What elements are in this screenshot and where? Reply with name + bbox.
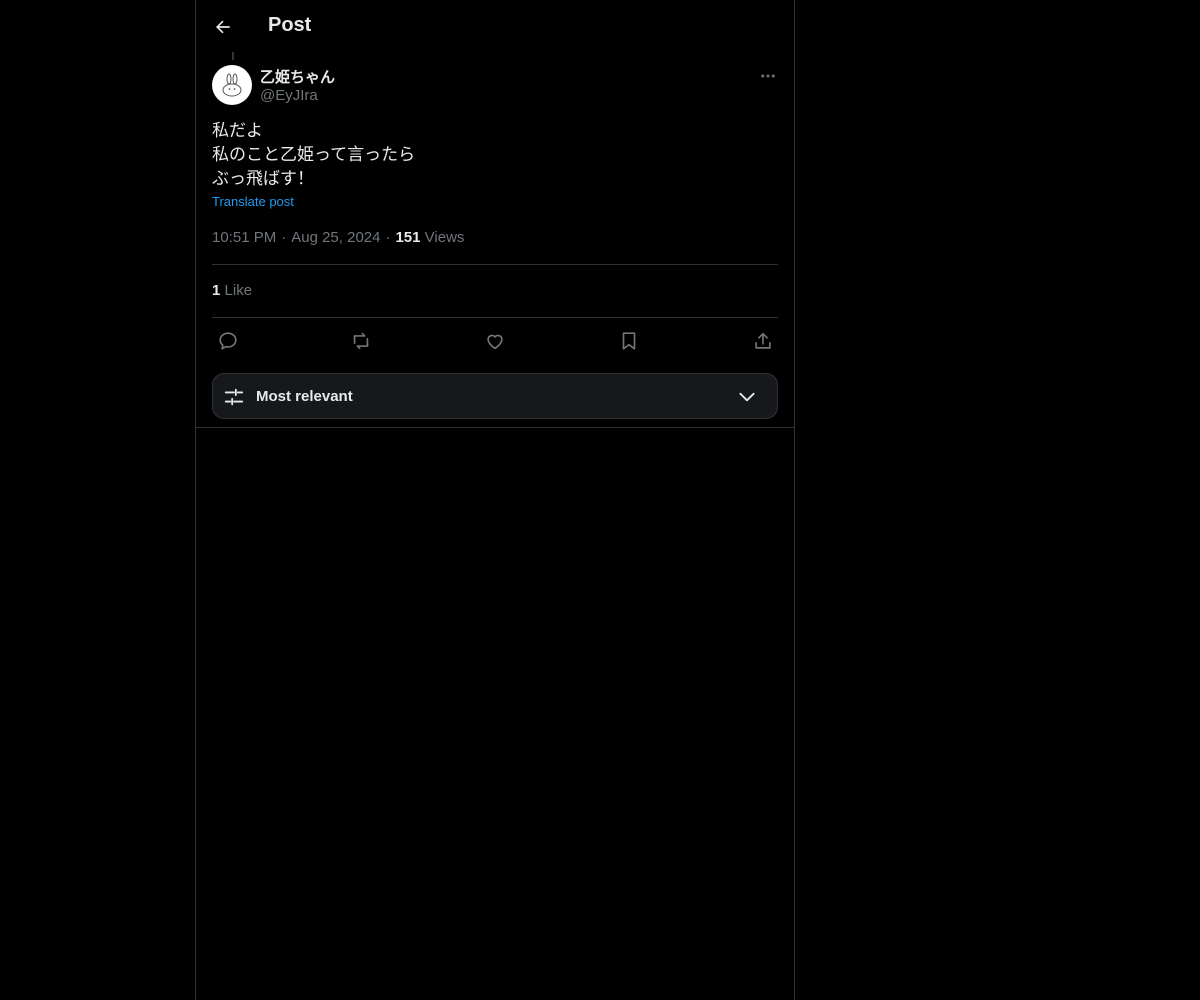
rabbit-doodle-icon: [222, 73, 242, 97]
divider: [196, 427, 794, 428]
divider: [212, 317, 778, 318]
bookmark-icon: [622, 332, 636, 350]
separator-dot: ·: [281, 229, 287, 246]
chevron-down-icon: [739, 392, 755, 402]
back-button[interactable]: [206, 10, 240, 44]
replies-sort-dropdown[interactable]: Most relevant: [212, 373, 778, 419]
post-metadata: 10:51 PM · Aug 25, 2024 · 151 Views: [212, 229, 464, 246]
likes-link[interactable]: 1 Like: [212, 282, 252, 299]
likes-count: 1: [212, 282, 221, 299]
likes-label: Like: [224, 282, 253, 299]
divider: [212, 264, 778, 265]
views-label: Views: [424, 229, 465, 246]
post-text: 私だよ 私のこと乙姫って言ったら ぶっ飛ばす！: [212, 119, 772, 191]
like-button[interactable]: [482, 328, 508, 354]
repost-button[interactable]: [348, 328, 374, 354]
sliders-icon: [224, 388, 244, 406]
post-text-line: ぶっ飛ばす！: [212, 169, 314, 189]
more-horizontal-icon: [761, 74, 775, 78]
reply-button[interactable]: [215, 328, 241, 354]
primary-column: Post 乙姫ちゃん @EyJIra 私だよ 私のこと乙姫って言ったら ぶっ飛ば…: [195, 0, 795, 1000]
sort-label: Most relevant: [256, 388, 353, 405]
post-text-line: 私のこと乙姫って言ったら: [212, 145, 416, 165]
views-count: 151: [395, 229, 421, 246]
author-display-name[interactable]: 乙姫ちゃん: [260, 66, 335, 87]
post-text-line: 私だよ: [212, 121, 263, 141]
post-time[interactable]: 10:51 PM: [212, 229, 276, 246]
repost-icon: [353, 332, 369, 350]
author-avatar[interactable]: [212, 65, 252, 105]
author-handle[interactable]: @EyJIra: [260, 87, 318, 104]
more-options-button[interactable]: [756, 64, 780, 88]
bookmark-button[interactable]: [616, 328, 642, 354]
thread-connector-line: [232, 52, 234, 60]
share-icon: [755, 332, 771, 349]
reply-icon: [219, 332, 237, 350]
separator-dot: ·: [385, 229, 391, 246]
like-icon: [487, 334, 503, 350]
post-date[interactable]: Aug 25, 2024: [291, 229, 380, 246]
share-button[interactable]: [750, 328, 776, 354]
page-title: Post: [268, 14, 312, 36]
page-header: Post: [196, 0, 794, 53]
arrow-left-icon: [216, 20, 230, 34]
translate-post-link[interactable]: Translate post: [212, 194, 294, 209]
